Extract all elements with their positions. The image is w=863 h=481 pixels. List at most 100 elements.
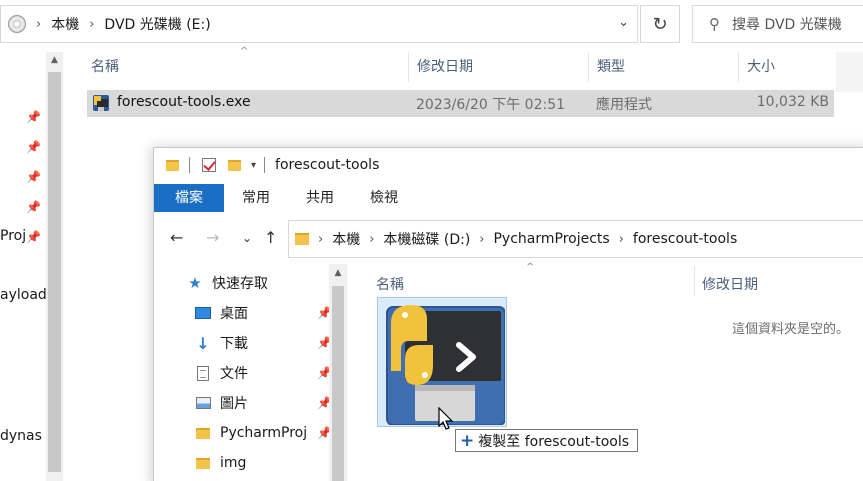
folder-icon [166, 159, 179, 171]
title-bar: ▾ forescout-tools [154, 148, 863, 182]
breadcrumb-forescout-tools[interactable]: forescout-tools [633, 231, 737, 247]
pin-icon: 📌 [26, 170, 41, 184]
scrollbar-thumb[interactable] [332, 286, 344, 481]
nav-item-label: PycharmProj [220, 425, 308, 441]
quick-access-toolbar-dropdown-icon[interactable]: ▾ [251, 160, 256, 171]
pin-icon: 📌 [26, 110, 41, 124]
sort-ascending-icon: ^ [526, 262, 535, 273]
bg-address-bar[interactable]: › 本機 › DVD 光碟機 (E:) ⌄ [0, 5, 638, 43]
nav-item-documents[interactable]: 文件 📌 [194, 360, 332, 386]
scroll-up-icon[interactable]: ▲ [329, 268, 347, 278]
nav-item-label: 桌面 [220, 306, 248, 322]
tab-home[interactable]: 常用 [224, 184, 288, 212]
picture-icon [194, 395, 212, 411]
scrollbar-thumb[interactable] [48, 72, 61, 472]
bg-breadcrumb-this-pc[interactable]: 本機 [51, 14, 79, 34]
bg-nav-item[interactable]: Proj [0, 228, 26, 244]
folder-icon [194, 425, 212, 441]
scroll-up-icon[interactable]: ▲ [46, 52, 63, 69]
up-arrow-icon[interactable]: ↑ [264, 228, 277, 247]
download-icon: ↓ [196, 333, 210, 353]
chevron-right-icon: › [318, 231, 324, 247]
forward-arrow-icon[interactable]: → [206, 228, 219, 247]
tab-file[interactable]: 檔案 [154, 184, 224, 212]
breadcrumb-this-pc[interactable]: 本機 [332, 229, 360, 249]
divider [264, 157, 266, 173]
bg-navigation-pane: 📌 📌 📌 📌 Proj 📌 ayload dynas [0, 52, 46, 481]
nav-item-label: img [220, 455, 247, 471]
breadcrumb-local-disk[interactable]: 本機磁碟 (D:) [383, 229, 470, 249]
refresh-icon: ↻ [652, 13, 668, 35]
bg-nav-scrollbar[interactable]: ▲ [46, 52, 63, 481]
nav-item-pictures[interactable]: 圖片 📌 [194, 390, 332, 416]
file-date: 2023/6/20 下午 02:51 [416, 97, 566, 113]
chevron-right-icon: › [89, 16, 95, 32]
file-size: 10,032 KB [756, 94, 829, 110]
nav-item-desktop[interactable]: 桌面 📌 [194, 300, 332, 326]
desktop-icon [194, 305, 212, 321]
document-icon [194, 365, 212, 381]
tab-view[interactable]: 檢視 [352, 184, 416, 212]
search-icon: ⚲ [709, 15, 720, 33]
pin-icon: 📌 [26, 140, 41, 154]
column-divider [408, 52, 409, 82]
nav-quick-access-label: 快速存取 [212, 276, 268, 292]
nav-item-label: 圖片 [220, 396, 248, 412]
folder-icon [194, 455, 212, 471]
star-icon: ★ [188, 274, 202, 292]
plus-icon: + [460, 430, 475, 451]
new-folder-icon[interactable] [228, 159, 241, 171]
bg-search-placeholder: 搜尋 DVD 光碟機 [732, 17, 842, 33]
column-date[interactable]: 修改日期 [702, 274, 758, 294]
mouse-cursor-icon [438, 407, 454, 430]
nav-item-pycharmproj[interactable]: PycharmProj 📌 [194, 420, 332, 446]
bg-column-type[interactable]: 類型 [597, 56, 625, 78]
column-divider [588, 52, 589, 82]
python-exe-icon [93, 95, 109, 111]
drag-tooltip-label: 複製至 forescout-tools [478, 433, 630, 450]
bg-content-scrollbar[interactable] [836, 52, 863, 92]
chevron-right-icon: › [479, 231, 485, 247]
navigation-row: ← → ⌄ ↑ › 本機 › 本機磁碟 (D:) › PycharmProjec… [154, 218, 863, 262]
bg-column-name[interactable]: 名稱 [91, 56, 119, 78]
back-arrow-icon[interactable]: ← [170, 228, 183, 247]
bg-nav-item[interactable]: dynas [0, 428, 42, 444]
recent-locations-chevron-icon[interactable]: ⌄ [242, 231, 252, 245]
column-name[interactable]: 名稱 [376, 274, 404, 294]
address-bar[interactable]: › 本機 › 本機磁碟 (D:) › PycharmProjects › for… [288, 220, 863, 258]
chevron-right-icon: › [369, 231, 375, 247]
nav-item-label: 下載 [220, 336, 248, 352]
column-divider [738, 52, 739, 82]
chevron-right-icon: › [618, 231, 624, 247]
properties-icon[interactable] [202, 158, 216, 172]
refresh-button[interactable]: ↻ [640, 5, 680, 43]
nav-item-img[interactable]: img [194, 450, 246, 476]
nav-quick-access[interactable]: ★ 快速存取 [186, 270, 268, 296]
file-name: forescout-tools.exe [117, 94, 251, 110]
empty-folder-message: 這個資料夾是空的。 [732, 322, 850, 337]
nav-item-label: 文件 [220, 366, 248, 382]
chevron-right-icon: › [36, 16, 42, 32]
folder-icon [295, 233, 309, 245]
nav-scrollbar[interactable]: ▲ [329, 264, 347, 481]
file-type: 應用程式 [596, 97, 652, 113]
tab-share[interactable]: 共用 [288, 184, 352, 212]
bg-column-size[interactable]: 大小 [747, 56, 775, 78]
nav-item-downloads[interactable]: ↓ 下載 📌 [194, 330, 332, 356]
bg-nav-item[interactable]: ayload [0, 287, 46, 303]
dvd-drive-icon [8, 15, 26, 33]
drag-tooltip: + 複製至 forescout-tools [455, 429, 639, 452]
bg-breadcrumb-dvd[interactable]: DVD 光碟機 (E:) [104, 14, 210, 34]
breadcrumb-pycharmprojects[interactable]: PycharmProjects [493, 231, 609, 247]
ribbon-tabs: 檔案 常用 共用 檢視 [154, 184, 863, 212]
pin-icon: 📌 [26, 230, 41, 244]
column-divider [694, 266, 695, 296]
chevron-down-icon[interactable]: ⌄ [618, 15, 629, 30]
divider [189, 157, 190, 173]
window-title: forescout-tools [275, 157, 380, 173]
sort-ascending-icon: ^ [240, 46, 249, 57]
pin-icon: 📌 [26, 200, 41, 214]
file-row-selected[interactable]: forescout-tools.exe 2023/6/20 下午 02:51 應… [87, 90, 834, 117]
bg-column-date[interactable]: 修改日期 [417, 56, 473, 78]
bg-search-input[interactable]: ⚲ 搜尋 DVD 光碟機 [692, 5, 863, 43]
